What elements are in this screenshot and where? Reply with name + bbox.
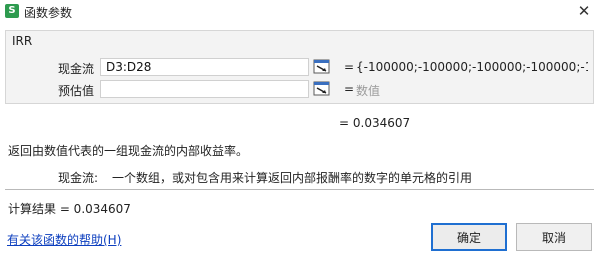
- dialog-title: 函数参数: [24, 6, 73, 20]
- param-help-text: 一个数组，或对包含用来计算返回内部报酬率的数字的单元格的引用: [112, 171, 473, 185]
- function-description: 返回由数值代表的一组现金流的内部收益率。: [8, 144, 249, 158]
- close-icon: ✕: [577, 2, 591, 20]
- cashflow-range-picker-button[interactable]: [313, 59, 331, 75]
- guess-range-picker-button[interactable]: [313, 81, 331, 97]
- guess-type-hint: 数值: [356, 84, 381, 98]
- ok-button[interactable]: 确定: [431, 223, 507, 251]
- cashflow-input[interactable]: [100, 58, 309, 76]
- range-select-icon: [313, 59, 330, 74]
- cancel-button[interactable]: 取消: [516, 223, 592, 251]
- cashflow-preview-value: {-100000;-100000;-100000;-100000;-1...: [356, 60, 588, 74]
- function-name-label: IRR: [12, 34, 33, 48]
- cashflow-equals-sign: =: [344, 60, 355, 74]
- range-select-icon: [313, 81, 330, 96]
- title-bar: S 函数参数 ✕: [0, 0, 599, 23]
- guess-input[interactable]: [100, 80, 309, 98]
- close-button[interactable]: ✕: [574, 2, 594, 20]
- function-help-link[interactable]: 有关该函数的帮助(H): [7, 231, 121, 248]
- function-result: = 0.034607: [339, 116, 411, 130]
- param-label-guess: 预估值: [58, 84, 95, 98]
- divider: [5, 189, 594, 190]
- calculation-result: 计算结果 = 0.034607: [8, 202, 131, 216]
- param-help-name: 现金流:: [58, 171, 99, 185]
- param-help: 现金流: 一个数组，或对包含用来计算返回内部报酬率的数字的单元格的引用: [58, 169, 472, 186]
- param-label-cashflow: 现金流: [58, 62, 95, 76]
- guess-equals-sign: =: [344, 82, 355, 96]
- spreadsheet-app-icon: S: [5, 4, 19, 18]
